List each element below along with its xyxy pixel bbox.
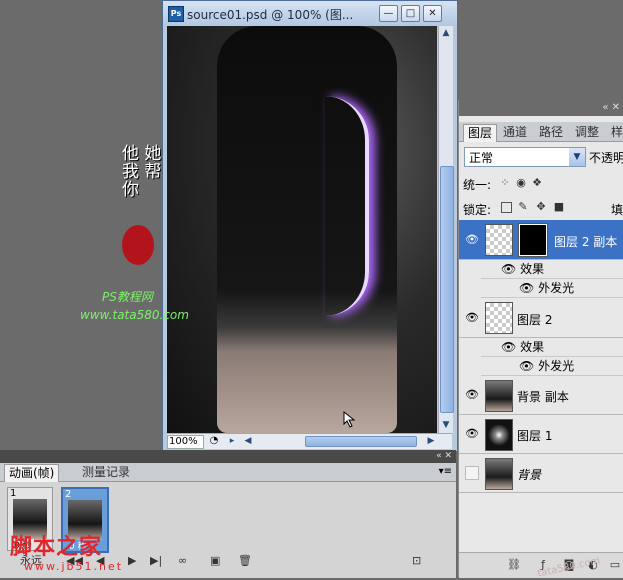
- site-url: www.tata580.com: [80, 308, 189, 322]
- site-name: PS教程网: [102, 290, 153, 304]
- outer-glow-effect-row[interactable]: 👁 外发光: [481, 279, 623, 298]
- layer-row-layer2[interactable]: 👁 图层 2: [459, 298, 623, 338]
- tab-animation-frames[interactable]: 动画(帧): [4, 464, 60, 482]
- next-frame-icon[interactable]: ▶|: [150, 554, 162, 568]
- eye-icon[interactable]: 👁: [465, 389, 479, 401]
- layer-thumbnail: [485, 224, 513, 256]
- panel-collapse-icon[interactable]: « ✕: [436, 451, 452, 461]
- lock-brush-icon[interactable]: ✎: [517, 201, 529, 213]
- panel-dock-strip: « ✕: [459, 100, 623, 116]
- calligraphy-text: 他 她 我 帮 你: [122, 144, 162, 200]
- timeline-toggle-icon[interactable]: ⊡: [412, 554, 421, 568]
- layer-name: 图层 2 副本: [554, 235, 618, 249]
- glow-light-arc: [325, 96, 369, 316]
- document-titlebar[interactable]: Ps source01.psd @ 100% (图... — □ ✕: [163, 1, 457, 25]
- layer-name: 背景: [517, 468, 542, 482]
- zoom-field[interactable]: 100%: [167, 435, 204, 449]
- document-title: source01.psd @ 100% (图...: [187, 8, 354, 22]
- panel-collapse-icon[interactable]: « ✕: [602, 102, 620, 113]
- frame-number: 1: [10, 488, 17, 499]
- layer-effects-row[interactable]: 👁 效果: [481, 260, 623, 279]
- eye-icon[interactable]: 👁: [501, 262, 516, 276]
- tween-icon[interactable]: ∞: [178, 554, 187, 568]
- scroll-down-arrow-icon[interactable]: ▼: [439, 418, 453, 432]
- status-menu-arrow-icon[interactable]: ▸: [225, 434, 239, 448]
- logo-url: www.jb51.net: [24, 560, 124, 573]
- fill-label: 填: [611, 203, 623, 217]
- horizontal-scroll-thumb[interactable]: [305, 436, 417, 447]
- scroll-right-arrow-icon[interactable]: ▶: [424, 434, 438, 448]
- layer-name: 背景 副本: [517, 390, 569, 404]
- red-seal-stamp: [122, 225, 154, 265]
- tab-paths[interactable]: 路径: [535, 124, 567, 141]
- layer-thumbnail: [485, 380, 513, 412]
- unify-visibility-icon[interactable]: ◉: [515, 177, 527, 189]
- eye-icon[interactable]: 👁: [519, 359, 534, 373]
- eye-icon[interactable]: 👁: [465, 428, 479, 440]
- mouse-cursor-icon: [343, 411, 356, 428]
- layer-row-background[interactable]: 背景: [459, 454, 623, 493]
- outer-glow-label: 外发光: [538, 281, 575, 295]
- delete-frame-icon[interactable]: 🗑: [238, 554, 252, 568]
- model-figure: [217, 26, 397, 433]
- vertical-scroll-thumb[interactable]: [440, 166, 454, 413]
- scroll-left-arrow-icon[interactable]: ◀: [241, 434, 255, 448]
- effects-label: 效果: [520, 262, 545, 276]
- status-bar: 100% ◔ ▸ ◀ ▶: [167, 433, 452, 449]
- visibility-toggle-off[interactable]: [465, 466, 479, 480]
- site-watermark: 他 她 我 帮 你 PS教程网 www.tata580.com: [80, 140, 220, 330]
- link-layers-icon[interactable]: ⛓: [507, 559, 521, 571]
- layers-panel: « ✕ 图层 通道 路径 调整 样 正常 ▼ 不透明 统一: ⁘ ◉ ❖ 锁定:…: [458, 100, 623, 580]
- tab-channels[interactable]: 通道: [499, 124, 531, 141]
- opacity-label: 不透明: [589, 151, 623, 165]
- outer-glow-effect-row[interactable]: 👁 外发光: [481, 357, 623, 376]
- unify-label: 统一:: [463, 178, 492, 192]
- lock-move-icon[interactable]: ✥: [535, 201, 547, 213]
- vertical-scrollbar[interactable]: ▲ ▼: [438, 26, 454, 433]
- layer-name: 图层 2: [517, 313, 553, 327]
- restore-button[interactable]: □: [401, 5, 420, 22]
- layer-thumbnail: [485, 302, 513, 334]
- frame-number: 2: [65, 489, 72, 500]
- animation-panel-tabs: 动画(帧) 测量记录 ▾≡: [0, 463, 456, 482]
- tab-adjustments[interactable]: 调整: [571, 124, 603, 141]
- eye-icon[interactable]: 👁: [465, 312, 479, 324]
- lock-all-icon[interactable]: ■: [553, 201, 565, 213]
- layer-name: 图层 1: [517, 429, 553, 443]
- chevron-down-icon: ▼: [569, 148, 585, 166]
- lock-label: 锁定:: [463, 203, 492, 217]
- duplicate-frame-icon[interactable]: ▣: [210, 554, 220, 568]
- layer-row-layer1[interactable]: 👁 图层 1: [459, 415, 623, 454]
- eye-icon[interactable]: 👁: [501, 340, 516, 354]
- outer-glow-label: 外发光: [538, 359, 575, 373]
- layer-thumbnail: [485, 458, 513, 490]
- jb51-logo-watermark: 脚本之家 www.jb51.net: [0, 527, 150, 577]
- panel-dock-strip: « ✕: [0, 451, 456, 463]
- eye-icon[interactable]: 👁: [519, 281, 534, 295]
- layer-thumbnail: [485, 419, 513, 451]
- blend-mode-value: 正常: [469, 151, 494, 165]
- logo-name: 脚本之家: [10, 534, 103, 560]
- unify-position-icon[interactable]: ⁘: [499, 177, 511, 189]
- tab-measurement-log[interactable]: 测量记录: [78, 464, 134, 481]
- new-group-icon[interactable]: ▭: [609, 559, 621, 571]
- layers-panel-tabs: 图层 通道 路径 调整 样: [459, 122, 623, 142]
- tab-styles[interactable]: 样: [607, 124, 623, 141]
- panel-menu-icon[interactable]: ▾≡: [439, 466, 452, 477]
- close-button[interactable]: ✕: [423, 5, 442, 22]
- effects-label: 效果: [520, 340, 545, 354]
- scroll-up-arrow-icon[interactable]: ▲: [439, 26, 453, 40]
- photoshop-document-icon: Ps: [168, 6, 184, 22]
- tab-layers[interactable]: 图层: [463, 124, 498, 142]
- eye-icon[interactable]: 👁: [465, 234, 479, 246]
- blend-mode-select[interactable]: 正常 ▼: [464, 147, 586, 167]
- layer-row-background-copy[interactable]: 👁 背景 副本: [459, 376, 623, 415]
- minimize-button[interactable]: —: [379, 5, 398, 22]
- unify-style-icon[interactable]: ❖: [531, 177, 543, 189]
- layer-mask-thumbnail[interactable]: [518, 223, 548, 257]
- layer-effects-row[interactable]: 👁 效果: [481, 338, 623, 357]
- info-icon[interactable]: ◔: [207, 435, 221, 447]
- layer-row-layer2-copy[interactable]: 👁 图层 2 副本: [459, 220, 623, 260]
- lock-transparent-icon[interactable]: [501, 202, 512, 213]
